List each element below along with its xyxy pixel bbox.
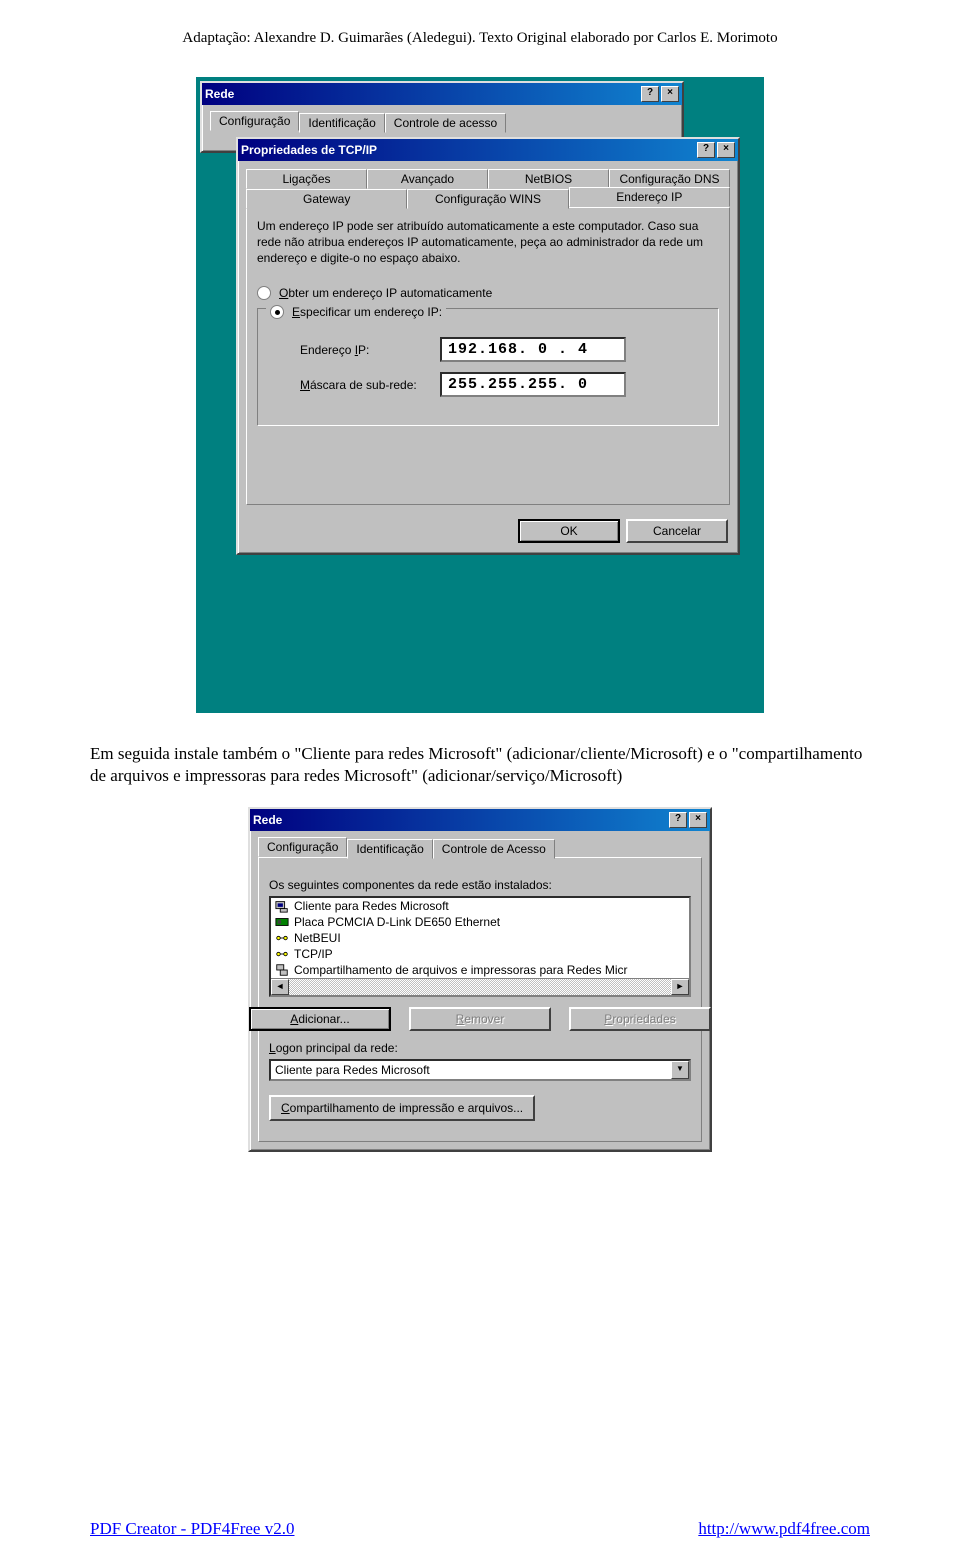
ip-explanation-text: Um endereço IP pode ser atribuído automa…	[257, 218, 719, 266]
list-item[interactable]: Compartilhamento de arquivos e impressor…	[271, 962, 689, 978]
rede-titlebar: Rede ? ×	[202, 83, 682, 105]
remove-button: Remover	[409, 1007, 551, 1031]
ok-button[interactable]: OK	[518, 519, 620, 543]
components-list[interactable]: Cliente para Redes Microsoft Placa PCMCI…	[269, 896, 691, 997]
scroll-right-icon[interactable]: ►	[671, 979, 689, 995]
close-button[interactable]: ×	[689, 812, 707, 828]
tab-dns[interactable]: Configuração DNS	[609, 169, 730, 189]
tab-ligacoes[interactable]: Ligações	[246, 169, 367, 189]
file-print-sharing-button[interactable]: Compartilhamento de impressão e arquivos…	[269, 1095, 535, 1121]
list-item[interactable]: TCP/IP	[271, 946, 689, 962]
ip-address-input[interactable]: 192.168. 0 . 4	[440, 337, 626, 362]
help-button[interactable]: ?	[641, 86, 659, 102]
horizontal-scrollbar[interactable]: ◄ ►	[271, 978, 689, 995]
rede-title: Rede	[205, 87, 234, 101]
protocol-icon	[274, 931, 290, 945]
page-header: Adaptação: Alexandre D. Guimarães (Alede…	[90, 30, 870, 47]
radio-specify-label: Especificar um endereço IP:	[292, 305, 442, 319]
cancel-button[interactable]: Cancelar	[626, 519, 728, 543]
rede2-titlebar: Rede ? ×	[250, 809, 710, 831]
add-button[interactable]: Adicionar...	[249, 1007, 391, 1031]
properties-button: Propriedades	[569, 1007, 711, 1031]
tab-netbios[interactable]: NetBIOS	[488, 169, 609, 189]
screenshot-1: Rede ? × Configuração Identificação Cont…	[90, 77, 870, 713]
service-icon	[274, 963, 290, 977]
tab-controle-back[interactable]: Controle de acesso	[385, 113, 506, 133]
radio-auto-ip[interactable]: Obter um endereço IP automaticamente	[257, 286, 719, 300]
tab-configuracao[interactable]: Configuração	[258, 837, 347, 857]
client-icon	[274, 899, 290, 913]
subnet-mask-input[interactable]: 255.255.255. 0	[440, 372, 626, 397]
scroll-left-icon[interactable]: ◄	[271, 979, 289, 995]
chevron-down-icon[interactable]: ▼	[671, 1061, 689, 1079]
tab-controle-acesso[interactable]: Controle de Acesso	[433, 839, 555, 859]
tab-configuracao-back[interactable]: Configuração	[210, 111, 299, 131]
network-card-icon	[274, 915, 290, 929]
components-caption: Os seguintes componentes da rede estão i…	[269, 878, 691, 892]
tab-endereco-ip[interactable]: Endereço IP	[569, 187, 730, 207]
radio-auto-label: Obter um endereço IP automaticamente	[279, 286, 492, 300]
tab-identificacao-back[interactable]: Identificação	[299, 113, 384, 133]
list-item-label: Compartilhamento de arquivos e impressor…	[294, 963, 627, 977]
list-item-label: NetBEUI	[294, 931, 341, 945]
instruction-paragraph: Em seguida instale também o "Cliente par…	[90, 743, 870, 787]
protocol-icon	[274, 947, 290, 961]
tcpip-titlebar: Propriedades de TCP/IP ? ×	[238, 139, 738, 161]
help-button[interactable]: ?	[697, 142, 715, 158]
logon-dropdown-value: Cliente para Redes Microsoft	[271, 1061, 671, 1079]
tcpip-title: Propriedades de TCP/IP	[241, 143, 377, 157]
radio-specify-ip[interactable]: Especificar um endereço IP:	[266, 305, 446, 319]
tab-avancado[interactable]: Avançado	[367, 169, 488, 189]
close-button[interactable]: ×	[717, 142, 735, 158]
logon-dropdown[interactable]: Cliente para Redes Microsoft ▼	[269, 1059, 691, 1081]
tab-identificacao[interactable]: Identificação	[347, 839, 432, 859]
screenshot-2: Rede ? × Configuração Identificação Cont…	[90, 807, 870, 1152]
close-button[interactable]: ×	[661, 86, 679, 102]
tab-gateway[interactable]: Gateway	[246, 189, 407, 209]
help-button[interactable]: ?	[669, 812, 687, 828]
list-item-label: TCP/IP	[294, 947, 333, 961]
list-item-label: Placa PCMCIA D-Link DE650 Ethernet	[294, 915, 500, 929]
list-item-label: Cliente para Redes Microsoft	[294, 899, 449, 913]
subnet-mask-label: Máscara de sub-rede:	[300, 378, 440, 392]
list-item[interactable]: Placa PCMCIA D-Link DE650 Ethernet	[271, 914, 689, 930]
footer-creator[interactable]: PDF Creator - PDF4Free v2.0	[90, 1519, 294, 1539]
list-item[interactable]: Cliente para Redes Microsoft	[271, 898, 689, 914]
footer-url[interactable]: http://www.pdf4free.com	[698, 1519, 870, 1539]
tab-wins[interactable]: Configuração WINS	[407, 189, 568, 209]
list-item[interactable]: NetBEUI	[271, 930, 689, 946]
logon-label: Logon principal da rede:	[269, 1041, 691, 1055]
rede2-title: Rede	[253, 813, 282, 827]
ip-address-label: Endereço IP:	[300, 343, 440, 357]
